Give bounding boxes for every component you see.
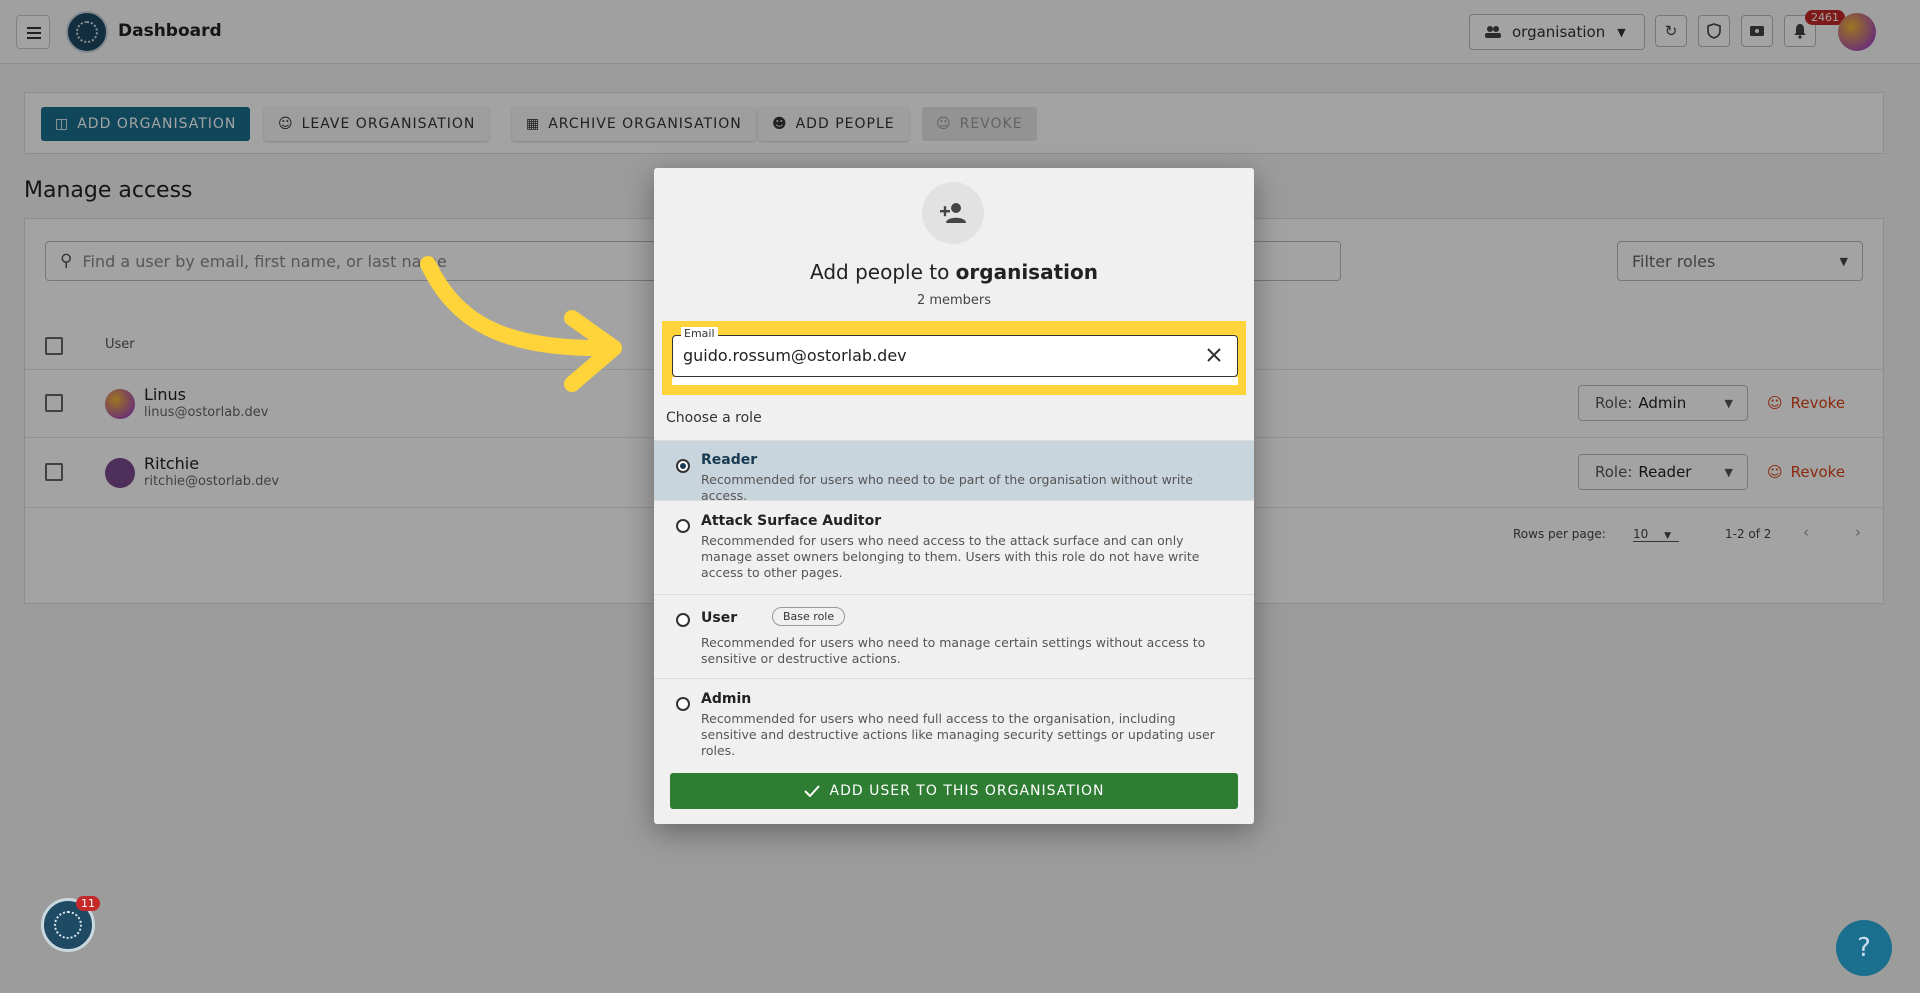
members-count: 2 members: [916, 293, 992, 308]
radio-reader[interactable]: [676, 459, 690, 473]
radio-attack-surface-auditor[interactable]: [676, 519, 690, 533]
clear-email-button[interactable]: [1201, 342, 1227, 368]
close-icon: [1207, 348, 1221, 362]
email-label: Email: [681, 327, 718, 340]
add-people-dialog: Add people to organisation 2 members Ema…: [654, 168, 1254, 824]
radio-admin[interactable]: [676, 697, 690, 711]
role-option-attack-surface-auditor[interactable]: Attack Surface Auditor Recommended for u…: [654, 500, 1254, 594]
role-description: Recommended for users who need to manage…: [701, 635, 1206, 666]
add-user-button[interactable]: ADD USER TO THIS ORGANISATION: [670, 773, 1238, 809]
help-button[interactable]: ?: [1836, 920, 1892, 976]
role-option-admin[interactable]: Admin Recommended for users who need ful…: [654, 678, 1254, 758]
help-icon: ?: [1857, 933, 1871, 963]
email-value: guido.rossum@ostorlab.dev: [683, 346, 907, 365]
role-name: Admin: [701, 691, 752, 707]
add-user-label: ADD USER TO THIS ORGANISATION: [829, 783, 1105, 799]
email-helper-strip: [672, 377, 1238, 385]
dialog-title: Add people to organisation: [654, 260, 1254, 284]
assistant-badge: 11: [76, 896, 100, 911]
annotation-arrow-icon: [420, 256, 622, 392]
dialog-title-org: organisation: [955, 260, 1098, 284]
person-add-icon: [922, 182, 984, 244]
role-description: Recommended for users who need access to…: [701, 533, 1200, 580]
dialog-title-prefix: Add people to: [810, 260, 950, 284]
role-name: User: [701, 610, 738, 626]
role-name: Attack Surface Auditor: [701, 513, 882, 529]
check-icon: [803, 785, 820, 797]
base-role-chip: Base role: [772, 607, 846, 626]
role-option-reader[interactable]: Reader Recommended for users who need to…: [654, 440, 1254, 503]
choose-role-label: Choose a role: [666, 410, 762, 426]
email-field[interactable]: Email guido.rossum@ostorlab.dev: [672, 327, 1238, 377]
radio-user[interactable]: [676, 613, 690, 627]
role-name: Reader: [701, 452, 758, 468]
role-option-user[interactable]: User Base role Recommended for users who…: [654, 594, 1254, 678]
role-description: Recommended for users who need full acce…: [701, 711, 1215, 758]
